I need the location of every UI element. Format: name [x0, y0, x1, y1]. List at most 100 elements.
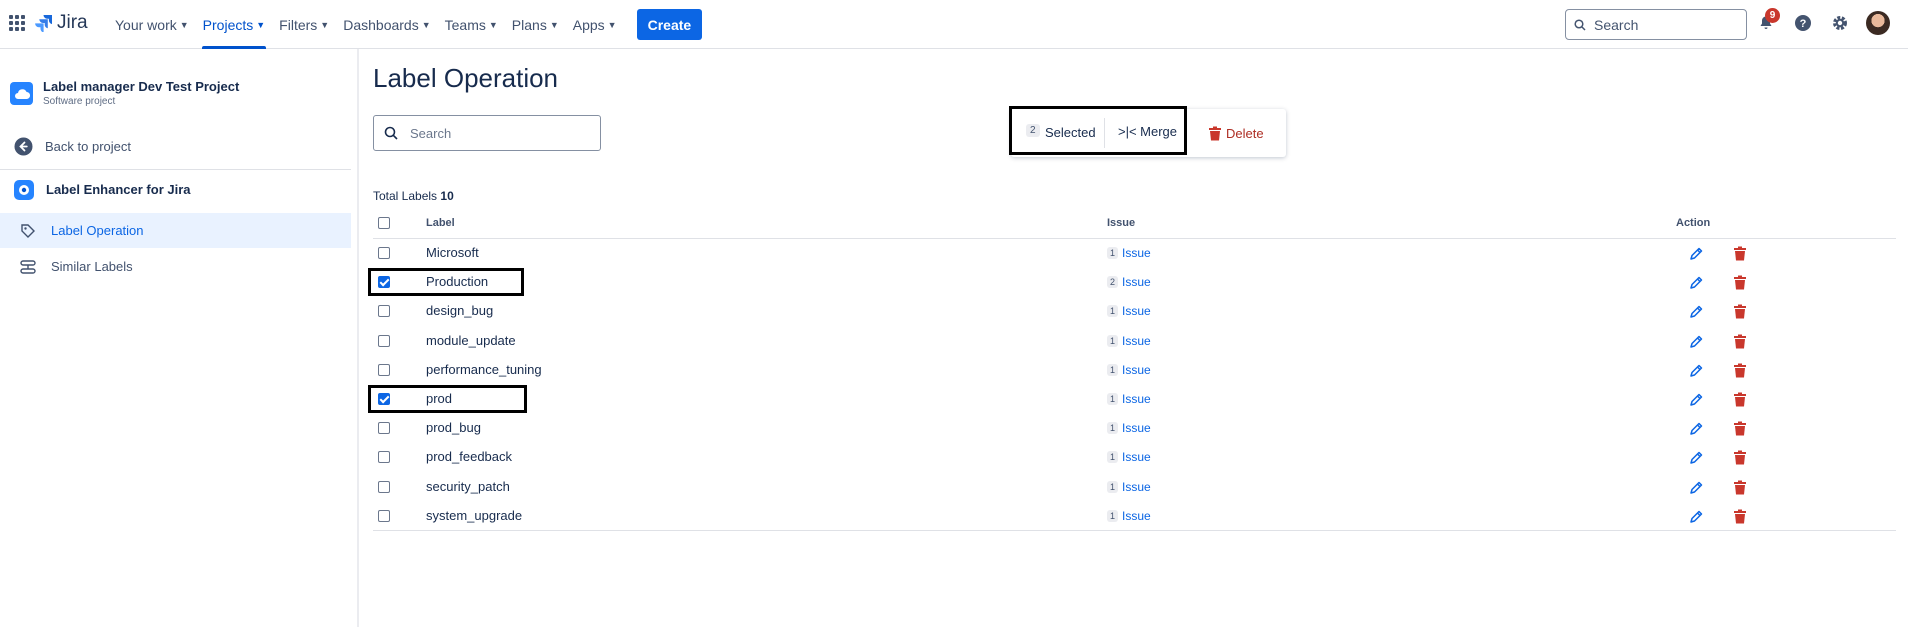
issue-count-badge: 1	[1107, 334, 1119, 347]
edit-pencil-icon[interactable]	[1688, 480, 1704, 499]
bulk-delete-button[interactable]: Delete	[1208, 126, 1264, 141]
project-type: Software project	[43, 96, 116, 107]
delete-trash-icon[interactable]	[1733, 392, 1747, 410]
issue-link[interactable]: 1 Issue	[1107, 450, 1151, 464]
nav-your-work-label: Your work	[115, 16, 177, 33]
chevron-down-icon: ▼	[488, 19, 498, 30]
row-checkbox[interactable]	[378, 334, 390, 347]
issue-count-badge: 1	[1107, 305, 1119, 318]
issue-link[interactable]: 1 Issue	[1107, 246, 1151, 260]
jira-logo[interactable]: Jira	[35, 12, 88, 34]
issue-count-badge: 1	[1107, 451, 1119, 464]
create-button[interactable]: Create	[636, 9, 703, 40]
back-arrow-icon	[14, 137, 33, 156]
user-avatar[interactable]	[1866, 11, 1890, 35]
issue-count-badge: 1	[1107, 509, 1119, 522]
issue-link[interactable]: 2 Issue	[1107, 275, 1151, 289]
edit-pencil-icon[interactable]	[1688, 363, 1704, 382]
delete-trash-icon[interactable]	[1733, 509, 1747, 527]
nav-filters-label: Filters	[279, 16, 318, 33]
issue-link[interactable]: 1 Issue	[1107, 392, 1151, 406]
label-name: design_bug	[426, 303, 494, 319]
delete-trash-icon[interactable]	[1733, 304, 1747, 322]
chevron-down-icon: ▼	[179, 19, 189, 30]
nav-projects[interactable]: Projects ▼	[196, 0, 273, 49]
label-search[interactable]	[373, 115, 601, 151]
edit-pencil-icon[interactable]	[1688, 450, 1704, 469]
row-checkbox[interactable]	[378, 422, 390, 435]
edit-pencil-icon[interactable]	[1688, 275, 1704, 294]
nav-apps[interactable]: Apps ▼	[566, 0, 624, 49]
label-name: system_upgrade	[426, 507, 523, 523]
row-checkbox[interactable]	[378, 305, 390, 318]
edit-pencil-icon[interactable]	[1688, 334, 1704, 353]
issue-link[interactable]: 1 Issue	[1107, 421, 1151, 435]
stack-icon	[20, 259, 36, 274]
chevron-down-icon: ▼	[549, 19, 559, 30]
nav-teams[interactable]: Teams ▼	[438, 0, 505, 49]
sidebar-item-similar-labels[interactable]: Similar Labels	[0, 249, 351, 284]
delete-trash-icon[interactable]	[1733, 246, 1747, 264]
annotation-box-selected-merge	[1009, 106, 1187, 155]
row-checkbox[interactable]	[378, 363, 390, 376]
settings-button[interactable]	[1829, 12, 1851, 34]
row-checkbox[interactable]	[378, 509, 390, 522]
help-button[interactable]: ?	[1792, 12, 1814, 34]
edit-pencil-icon[interactable]	[1688, 392, 1704, 411]
issue-count-badge: 1	[1107, 480, 1119, 493]
delete-trash-icon[interactable]	[1733, 450, 1747, 468]
issue-link[interactable]: 1 Issue	[1107, 509, 1151, 523]
global-search-input[interactable]	[1594, 16, 1734, 33]
issue-link-text: Issue	[1122, 246, 1151, 260]
project-cloud-icon	[10, 82, 33, 105]
delete-trash-icon[interactable]	[1733, 480, 1747, 498]
app-name: Label Enhancer for Jira	[46, 182, 191, 197]
label-search-input[interactable]	[410, 125, 590, 141]
sidebar-item-label: Similar Labels	[51, 259, 133, 274]
delete-trash-icon[interactable]	[1733, 275, 1747, 293]
label-name: prod_feedback	[426, 449, 513, 465]
help-icon: ?	[1795, 15, 1811, 31]
notifications-button[interactable]: 9	[1755, 8, 1780, 34]
issue-link-text: Issue	[1122, 508, 1151, 523]
row-checkbox[interactable]	[378, 480, 390, 493]
nav-filters[interactable]: Filters ▼	[272, 0, 336, 49]
edit-pencil-icon[interactable]	[1688, 421, 1704, 440]
issue-link-text: Issue	[1122, 479, 1151, 494]
issue-count-badge: 1	[1107, 247, 1119, 259]
table-header-divider	[373, 238, 1896, 239]
global-search[interactable]	[1565, 9, 1747, 40]
back-to-project-label: Back to project	[45, 139, 131, 154]
project-header[interactable]: Label manager Dev Test Project Software …	[10, 79, 239, 107]
column-header-label: Label	[426, 217, 455, 229]
jira-logo-icon	[35, 15, 52, 32]
sidebar-divider	[0, 169, 351, 170]
svg-text:?: ?	[1800, 18, 1807, 30]
nav-dashboards[interactable]: Dashboards ▼	[336, 0, 437, 49]
issue-link[interactable]: 1 Issue	[1107, 304, 1151, 318]
nav-plans-label: Plans	[511, 16, 547, 33]
edit-pencil-icon[interactable]	[1688, 246, 1704, 265]
label-tag-icon	[21, 223, 35, 238]
total-labels-label: Total Labels	[373, 189, 438, 203]
issue-link[interactable]: 1 Issue	[1107, 480, 1151, 494]
total-labels-count: 10	[440, 189, 454, 203]
top-navigation: Jira Your work ▼ Projects ▼ Filters ▼ Dashb…	[0, 0, 1908, 49]
back-to-project-link[interactable]: Back to project	[0, 129, 351, 164]
nav-plans[interactable]: Plans ▼	[505, 0, 566, 49]
delete-trash-icon[interactable]	[1733, 363, 1747, 381]
row-checkbox[interactable]	[378, 451, 390, 464]
select-all-checkbox[interactable]	[378, 217, 390, 229]
sidebar-item-label-operation[interactable]: Label Operation	[0, 213, 351, 248]
app-header[interactable]: Label Enhancer for Jira	[0, 172, 351, 207]
nav-your-work[interactable]: Your work ▼	[108, 0, 196, 49]
issue-link[interactable]: 1 Issue	[1107, 334, 1151, 348]
delete-trash-icon[interactable]	[1733, 421, 1747, 439]
delete-trash-icon[interactable]	[1733, 334, 1747, 352]
edit-pencil-icon[interactable]	[1688, 509, 1704, 528]
app-switcher-icon[interactable]	[9, 15, 25, 31]
nav-dashboards-label: Dashboards	[343, 16, 419, 33]
issue-link[interactable]: 1 Issue	[1107, 363, 1151, 377]
edit-pencil-icon[interactable]	[1688, 304, 1704, 323]
row-checkbox[interactable]	[378, 247, 390, 259]
